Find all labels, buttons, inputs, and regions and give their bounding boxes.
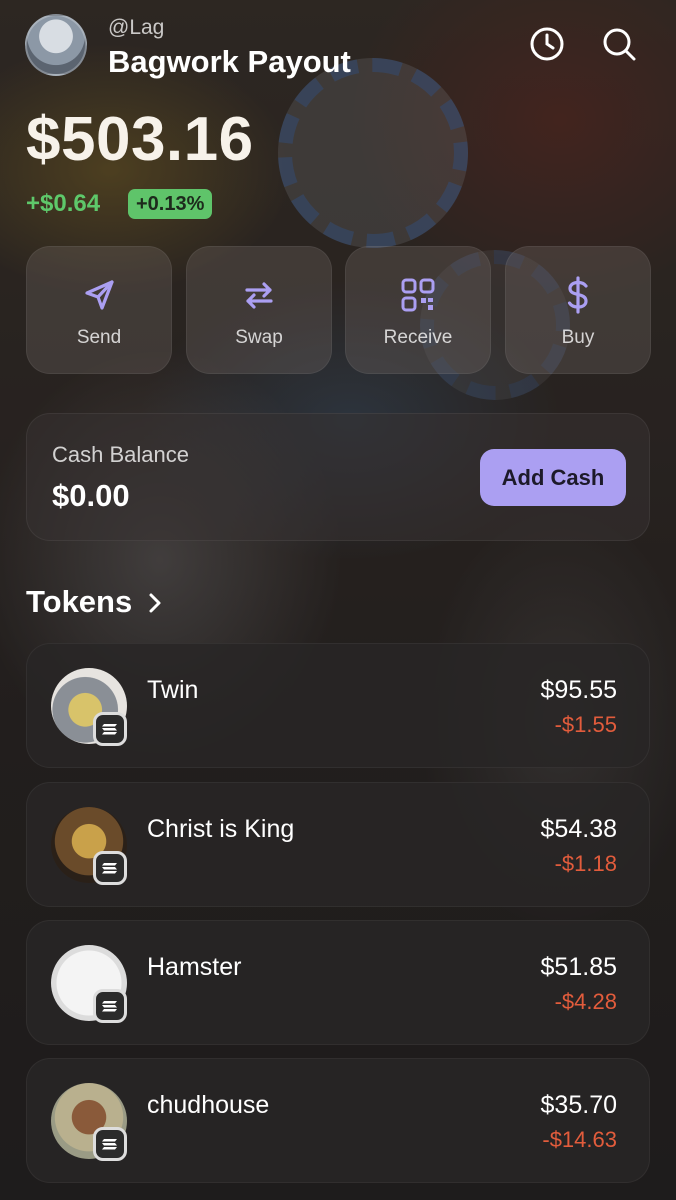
token-row-christ-is-king[interactable]: Christ is King $54.38 -$1.18 — [26, 782, 650, 907]
token-change: -$14.63 — [542, 1127, 617, 1152]
account-handle: @Lag — [108, 16, 165, 39]
balance-change-amount: +$0.64 — [26, 190, 101, 217]
tokens-section-title[interactable]: Tokens — [26, 584, 132, 620]
receive-button[interactable]: Receive — [345, 246, 491, 374]
buy-label: Buy — [561, 327, 595, 348]
avatar[interactable] — [25, 14, 87, 76]
cash-balance-value: $0.00 — [52, 478, 130, 513]
send-button[interactable]: Send — [26, 246, 172, 374]
token-change: -$1.55 — [554, 712, 617, 737]
wallet-name[interactable]: Bagwork Payout — [108, 44, 351, 80]
solana-icon — [102, 724, 117, 735]
solana-icon — [102, 863, 117, 874]
token-row-twin[interactable]: Twin $95.55 -$1.55 — [26, 643, 650, 768]
token-value: $35.70 — [540, 1091, 617, 1119]
token-name: Hamster — [147, 953, 242, 981]
token-change: -$1.18 — [554, 851, 617, 876]
token-row-hamster[interactable]: Hamster $51.85 -$4.28 — [26, 920, 650, 1045]
send-icon — [85, 280, 114, 310]
search-icon — [603, 28, 636, 61]
balance-change-percent-badge: +0.13% — [128, 189, 213, 219]
buy-button[interactable]: Buy — [505, 246, 651, 374]
portfolio-balance: $503.16 — [26, 105, 254, 174]
solana-chain-badge — [93, 851, 127, 885]
token-value: $54.38 — [540, 815, 617, 843]
solana-icon — [102, 1001, 117, 1012]
receive-label: Receive — [383, 327, 453, 348]
swap-button[interactable]: Swap — [186, 246, 332, 374]
solana-icon — [102, 1139, 117, 1150]
clock-icon — [530, 27, 564, 61]
solana-chain-badge — [93, 1127, 127, 1161]
token-change: -$4.28 — [554, 989, 617, 1014]
qr-code-icon — [401, 278, 435, 312]
solana-chain-badge — [93, 712, 127, 746]
search-button[interactable] — [599, 24, 639, 64]
history-button[interactable] — [527, 24, 567, 64]
token-name: chudhouse — [147, 1091, 270, 1119]
chevron-right-icon[interactable] — [144, 590, 166, 616]
dollar-icon — [567, 276, 588, 314]
token-value: $95.55 — [540, 676, 617, 704]
add-cash-button[interactable]: Add Cash — [480, 449, 626, 506]
cash-balance-label: Cash Balance — [52, 442, 189, 467]
cash-balance-card: Cash Balance $0.00 Add Cash — [26, 413, 650, 541]
swap-label: Swap — [235, 327, 283, 348]
swap-icon — [245, 282, 273, 309]
token-row-chudhouse[interactable]: chudhouse $35.70 -$14.63 — [26, 1058, 650, 1183]
token-name: Twin — [147, 676, 199, 704]
solana-chain-badge — [93, 989, 127, 1023]
token-name: Christ is King — [147, 815, 295, 843]
send-label: Send — [76, 327, 122, 348]
token-value: $51.85 — [540, 953, 617, 981]
